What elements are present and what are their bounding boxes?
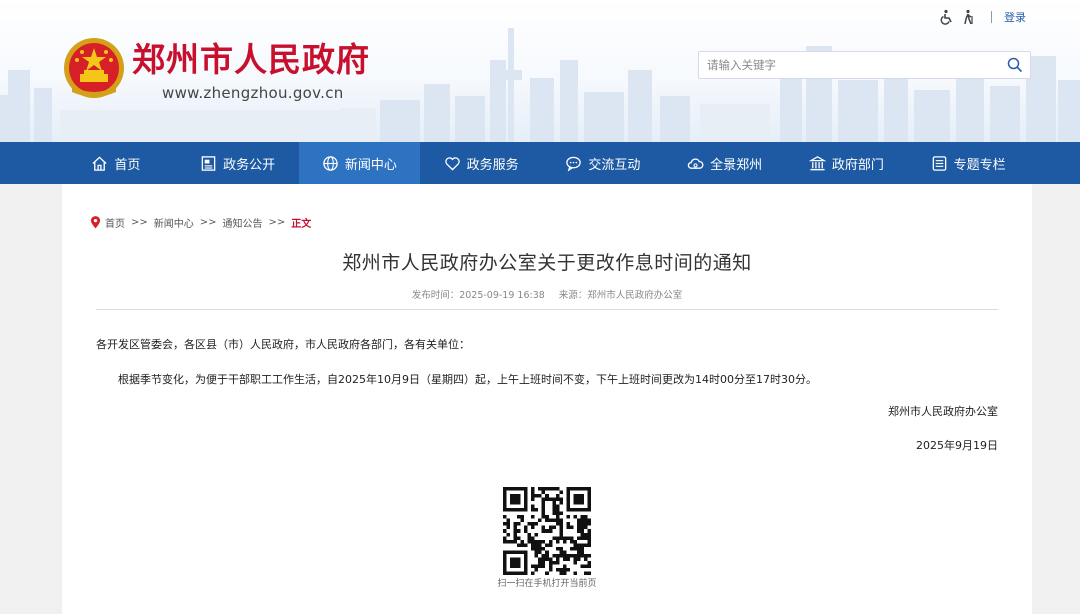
breadcrumb-news-center[interactable]: 新闻中心 — [154, 215, 194, 230]
top-toolbar: 登录 — [939, 8, 1026, 26]
nav-item-news-center[interactable]: 新闻中心 — [298, 142, 421, 184]
nav-item-label: 政务公开 — [223, 157, 276, 173]
nav-item-interaction[interactable]: 交流互动 — [542, 142, 664, 184]
wheelchair-accessibility-icon[interactable] — [939, 9, 955, 25]
search-button[interactable] — [1000, 52, 1030, 78]
nav-item-label: 专题专栏 — [953, 157, 1006, 173]
site-header: 郑州市人民政府 www.zhengzhou.gov.cn 登录 — [0, 0, 1080, 142]
title-divider — [96, 309, 998, 310]
building-icon — [808, 155, 826, 170]
qr-caption: 扫一扫在手机打开当前页 — [497, 579, 597, 589]
nav-item-special-topics[interactable]: 专题专栏 — [907, 142, 1029, 184]
article-signature: 郑州市人民政府办公室 — [888, 405, 998, 418]
cloud-icon — [687, 157, 704, 169]
document-icon — [201, 155, 216, 171]
nav-item-label: 政务服务 — [466, 157, 519, 173]
nav-item-government-affairs[interactable]: 政务公开 — [177, 142, 299, 184]
article-panel: 首页 >> 新闻中心 >> 通知公告 >> 正文 郑州市人民政府办公室关于更改作… — [62, 184, 1032, 614]
chat-icon — [566, 156, 582, 172]
nav-item-panorama[interactable]: 全景郑州 — [664, 142, 786, 184]
article-body: 根据季节变化，为便于干部职工工作生活，自2025年10月9日（星期四）起，上午上… — [118, 373, 817, 386]
search-icon — [1007, 57, 1023, 73]
breadcrumb-separator: >> — [268, 216, 286, 228]
home-icon — [92, 155, 107, 171]
search-input[interactable] — [699, 53, 1000, 77]
heart-icon — [444, 156, 460, 171]
breadcrumb-separator: >> — [199, 216, 217, 228]
breadcrumb-home[interactable]: 首页 — [105, 215, 125, 230]
breadcrumb-notices[interactable]: 通知公告 — [223, 215, 263, 230]
site-url: www.zhengzhou.gov.cn — [162, 84, 344, 102]
location-pin-icon — [90, 215, 101, 228]
elderly-mode-icon[interactable] — [961, 9, 977, 25]
nav-item-label: 新闻中心 — [344, 157, 397, 173]
qr-code-icon — [503, 487, 591, 575]
publish-time: 发布时间：2025-09-19 16:38 — [411, 290, 545, 301]
toolbar-divider — [991, 11, 992, 23]
national-emblem-icon — [64, 38, 124, 98]
nav-item-label: 交流互动 — [588, 157, 641, 173]
nav-item-label: 首页 — [114, 157, 141, 173]
nav-item-label: 政府部门 — [831, 157, 884, 173]
nav-item-label: 全景郑州 — [710, 157, 763, 173]
site-title: 郑州市人民政府 — [132, 40, 370, 79]
article-source: 来源：郑州市人民政府办公室 — [558, 290, 683, 301]
breadcrumb: 首页 >> 新闻中心 >> 通知公告 >> 正文 — [90, 215, 312, 230]
globe-icon — [323, 155, 338, 171]
nav-item-departments[interactable]: 政府部门 — [786, 142, 908, 184]
article-salutation: 各开发区管委会，各区县（市）人民政府，市人民政府各部门，各有关单位： — [96, 338, 470, 351]
nav-item-government-services[interactable]: 政务服务 — [420, 142, 542, 184]
breadcrumb-current: 正文 — [291, 218, 312, 230]
search-box — [698, 51, 1031, 79]
nav-item-home[interactable]: 首页 — [55, 142, 177, 184]
list-icon — [932, 155, 946, 171]
article-title: 郑州市人民政府办公室关于更改作息时间的通知 — [342, 252, 752, 274]
login-link[interactable]: 登录 — [1004, 9, 1026, 25]
article-meta: 发布时间：2025-09-19 16:38 来源：郑州市人民政府办公室 — [62, 287, 1032, 301]
article-date: 2025年9月19日 — [916, 439, 998, 452]
breadcrumb-separator: >> — [131, 216, 148, 228]
main-nav: 首页 政务公开 新闻中心 政务服务 交流互动 全景郑州 政府部门 专题专栏 — [0, 142, 1080, 184]
